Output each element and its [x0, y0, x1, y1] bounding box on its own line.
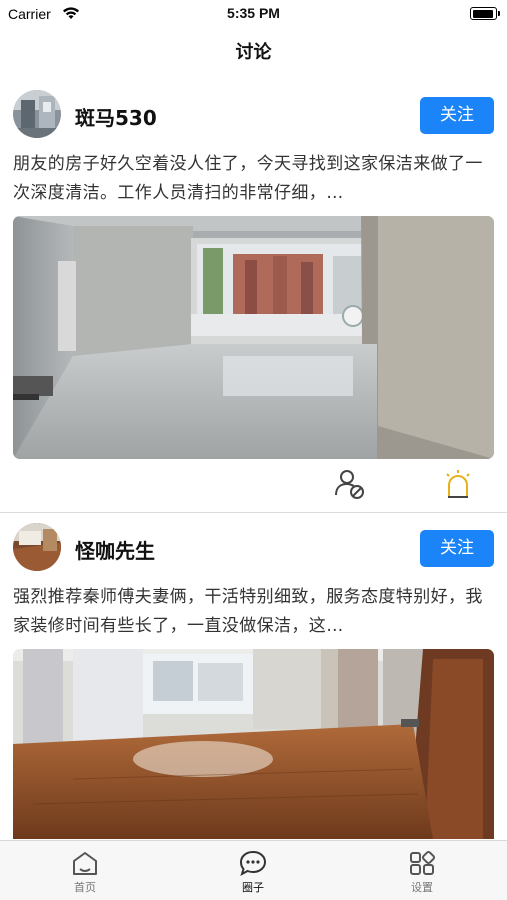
- grid-settings-icon: [410, 850, 436, 875]
- tab-circle[interactable]: 圈子: [193, 841, 313, 900]
- post-text[interactable]: 朋友的房子好久空着没人住了，今天寻找到这家保洁来做了一次深度清洁。工作人员清扫的…: [13, 150, 494, 208]
- post-actions: [0, 459, 507, 507]
- tab-bar: 首页 圈子 设置: [0, 840, 507, 900]
- avatar[interactable]: [13, 90, 61, 138]
- user-block-icon[interactable]: [333, 467, 367, 501]
- post-header: 斑马530 关注: [0, 80, 507, 150]
- follow-button[interactable]: 关注: [420, 530, 494, 567]
- avatar[interactable]: [13, 523, 61, 571]
- post-feed[interactable]: 斑马530 关注 朋友的房子好久空着没人住了，今天寻找到这家保洁来做了一次深度清…: [0, 80, 507, 840]
- tab-label: 圈子: [242, 881, 264, 894]
- page-title: 讨论: [235, 42, 272, 63]
- post-image[interactable]: [13, 649, 494, 839]
- tab-settings[interactable]: 设置: [362, 841, 482, 900]
- chat-bubble-icon: [239, 850, 267, 877]
- post-card[interactable]: 斑马530 关注 朋友的房子好久空着没人住了，今天寻找到这家保洁来做了一次深度清…: [0, 80, 507, 513]
- post-image[interactable]: [13, 216, 494, 459]
- home-icon: [73, 852, 97, 875]
- username[interactable]: 怪咖先生: [75, 535, 155, 564]
- clock: 5:35 PM: [227, 5, 280, 21]
- nav-header: 讨论: [0, 28, 507, 78]
- status-bar: Carrier 5:35 PM: [0, 0, 507, 28]
- post-header: 怪咖先生 关注: [0, 513, 507, 583]
- battery-icon: [470, 7, 500, 20]
- post-card[interactable]: 怪咖先生 关注 强烈推荐秦师傅夫妻俩，干活特别细致，服务态度特别好，我家装修时间…: [0, 513, 507, 839]
- tab-label: 首页: [74, 881, 96, 894]
- tab-home[interactable]: 首页: [25, 841, 145, 900]
- follow-button[interactable]: 关注: [420, 97, 494, 134]
- bell-like-icon[interactable]: [441, 467, 475, 501]
- post-text[interactable]: 强烈推荐秦师傅夫妻俩，干活特别细致，服务态度特别好，我家装修时间有些长了，一直没…: [13, 583, 494, 641]
- username[interactable]: 斑马530: [75, 102, 157, 131]
- tab-label: 设置: [411, 881, 433, 894]
